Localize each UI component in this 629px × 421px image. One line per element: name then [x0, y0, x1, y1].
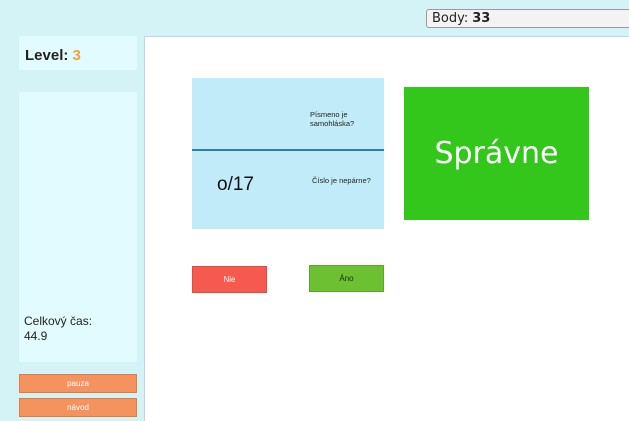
- score-value: 33: [472, 11, 491, 26]
- card-value: o/17: [217, 174, 254, 195]
- score-display: Body: 33: [426, 9, 629, 28]
- total-time-value: 44.9: [24, 329, 48, 343]
- level-panel: Level: 3: [19, 36, 137, 70]
- score-label: Body:: [432, 11, 469, 26]
- pause-button[interactable]: pauza: [19, 374, 137, 393]
- total-time-label: Celkový čas:: [24, 314, 93, 328]
- card-divider: [192, 149, 384, 151]
- yes-button[interactable]: Áno: [309, 265, 384, 292]
- level-indicator: Level: 3: [25, 47, 81, 64]
- vowel-question: Písmeno je samohláska?: [310, 110, 355, 128]
- no-button[interactable]: Nie: [192, 266, 267, 293]
- level-label: Level:: [25, 47, 69, 64]
- guide-button[interactable]: návod: [19, 398, 137, 417]
- feedback-correct: Správne: [404, 87, 589, 220]
- question-card: Písmeno je samohláska? o/17 Číslo je nep…: [192, 78, 384, 229]
- total-time: Celkový čas: 44.9: [24, 314, 92, 344]
- stats-panel: Celkový čas: 44.9: [19, 92, 137, 362]
- level-value: 3: [72, 47, 81, 64]
- odd-number-question: Číslo je nepárne?: [312, 176, 371, 185]
